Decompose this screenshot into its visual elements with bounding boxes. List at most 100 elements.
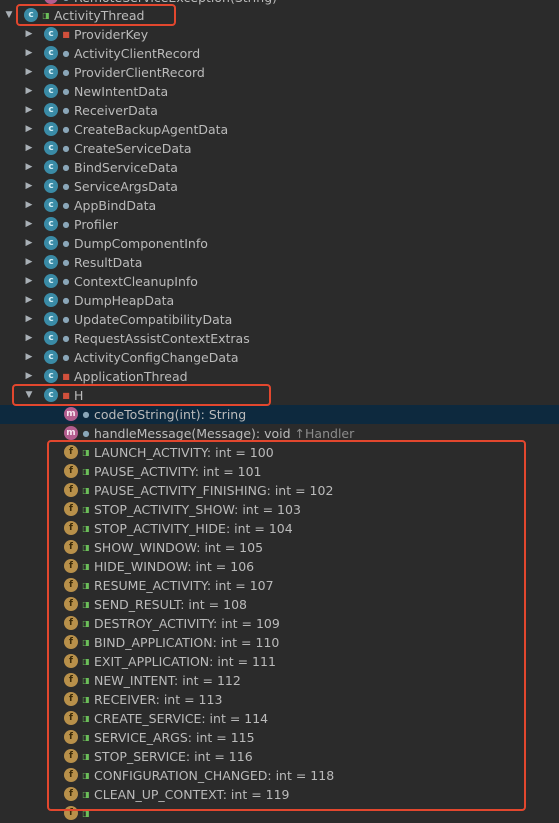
field-label-text: BIND_APPLICATION: int = 110 <box>94 635 280 650</box>
tree-row-class[interactable]: ▶ c ● AppBindData <box>0 196 559 215</box>
package-icon: ● <box>62 201 70 210</box>
tree-row-field[interactable]: f ◨ STOP_ACTIVITY_HIDE: int = 104 <box>0 519 559 538</box>
collapsed-arrow-icon[interactable]: ▶ <box>24 105 34 115</box>
class-label-text: ApplicationThread <box>74 369 188 384</box>
tree-row-field[interactable]: f ◨ EXIT_APPLICATION: int = 111 <box>0 652 559 671</box>
field-label: BIND_APPLICATION: int = 110 <box>94 635 279 650</box>
tree-row-field[interactable]: f ◨ STOP_ACTIVITY_SHOW: int = 103 <box>0 500 559 519</box>
collapsed-arrow-icon[interactable]: ▶ <box>24 143 34 153</box>
tree-row-field[interactable]: f ◨ BIND_APPLICATION: int = 110 <box>0 633 559 652</box>
tree-row-class[interactable]: ▶ c ● CreateBackupAgentData <box>0 120 559 139</box>
tree-row-field[interactable]: f ◨ PAUSE_ACTIVITY: int = 101 <box>0 462 559 481</box>
tree-row-class[interactable]: ▶ c ● ContextCleanupInfo <box>0 272 559 291</box>
tree-row-field-partial[interactable]: f ◨ <box>0 804 559 823</box>
class-icon: c <box>44 369 58 383</box>
tree-row-h[interactable]: ▼ c ■ H <box>0 386 559 405</box>
override-hint: ↑Handler <box>290 426 355 441</box>
tree-row-field[interactable]: f ◨ PAUSE_ACTIVITY_FINISHING: int = 102 <box>0 481 559 500</box>
collapsed-arrow-icon[interactable]: ▶ <box>24 181 34 191</box>
tree-row-field[interactable]: f ◨ DESTROY_ACTIVITY: int = 109 <box>0 614 559 633</box>
field-label-text: LAUNCH_ACTIVITY: int = 100 <box>94 445 274 460</box>
class-icon: c <box>44 255 58 269</box>
tree-row-field[interactable]: f ◨ NEW_INTENT: int = 112 <box>0 671 559 690</box>
collapsed-arrow-icon[interactable]: ▶ <box>24 333 34 343</box>
field-label-text: PAUSE_ACTIVITY: int = 101 <box>94 464 262 479</box>
tree-row-field[interactable]: f ◨ CONFIGURATION_CHANGED: int = 118 <box>0 766 559 785</box>
tree-row-field[interactable]: f ◨ SHOW_WINDOW: int = 105 <box>0 538 559 557</box>
public-icon: ◨ <box>82 809 90 818</box>
tree-row-class[interactable]: ▶ c ● RequestAssistContextExtras <box>0 329 559 348</box>
field-label: LAUNCH_ACTIVITY: int = 100 <box>94 445 274 460</box>
class-label-text: Profiler <box>74 217 119 232</box>
tree-row-class[interactable]: ▶ c ● DumpHeapData <box>0 291 559 310</box>
tree-row-class[interactable]: ▶ c ● ServiceArgsData <box>0 177 559 196</box>
tree-row-field[interactable]: f ◨ SEND_RESULT: int = 108 <box>0 595 559 614</box>
field-icon: f <box>64 673 78 687</box>
class-label-text: ActivityConfigChangeData <box>74 350 239 365</box>
collapsed-arrow-icon[interactable]: ▶ <box>24 257 34 267</box>
tree-row-method[interactable]: m ● codeToString(int): String <box>0 405 559 424</box>
public-icon: ◨ <box>82 676 90 685</box>
tree-row-field[interactable]: f ◨ CREATE_SERVICE: int = 114 <box>0 709 559 728</box>
tree-row-field[interactable]: f ◨ CLEAN_UP_CONTEXT: int = 119 <box>0 785 559 804</box>
tree-row-field[interactable]: f ◨ RECEIVER: int = 113 <box>0 690 559 709</box>
field-label: NEW_INTENT: int = 112 <box>94 673 241 688</box>
tree-row-class[interactable]: ▶ c ● BindServiceData <box>0 158 559 177</box>
public-icon: ◨ <box>82 657 90 666</box>
collapsed-arrow-icon[interactable]: ▶ <box>24 371 34 381</box>
class-label: ActivityThread <box>54 8 144 23</box>
tree-row-activitythread[interactable]: ▼ c ◨ ActivityThread <box>0 6 559 25</box>
field-icon: f <box>64 787 78 801</box>
tree-row-class[interactable]: ▶ c ● Profiler <box>0 215 559 234</box>
tree-row-class[interactable]: ▶ c ● DumpComponentInfo <box>0 234 559 253</box>
field-label: DESTROY_ACTIVITY: int = 109 <box>94 616 280 631</box>
collapsed-arrow-icon[interactable]: ▶ <box>24 352 34 362</box>
field-icon: f <box>64 540 78 554</box>
collapsed-arrow-icon[interactable]: ▶ <box>24 162 34 172</box>
tree-row-class[interactable]: ▶ c ● ActivityConfigChangeData <box>0 348 559 367</box>
class-label-text: AppBindData <box>74 198 157 213</box>
tree-row-class[interactable]: ▶ c ● NewIntentData <box>0 82 559 101</box>
method-label-text: codeToString(int): String <box>94 407 247 422</box>
tree-row-field[interactable]: f ◨ STOP_SERVICE: int = 116 <box>0 747 559 766</box>
tree-row-class[interactable]: ▶ c ● ActivityClientRecord <box>0 44 559 63</box>
public-icon: ◨ <box>82 771 90 780</box>
class-label: ProviderKey <box>74 27 148 42</box>
collapsed-arrow-icon[interactable]: ▶ <box>24 276 34 286</box>
method-label: handleMessage(Message): void ↑Handler <box>94 426 354 441</box>
tree-row-field[interactable]: f ◨ SERVICE_ARGS: int = 115 <box>0 728 559 747</box>
tree-row-class[interactable]: ▶ c ■ ProviderKey <box>0 25 559 44</box>
collapsed-arrow-icon[interactable]: ▶ <box>24 219 34 229</box>
tree-row-class[interactable]: ▶ c ■ ApplicationThread <box>0 367 559 386</box>
tree-row-class[interactable]: ▶ c ● CreateServiceData <box>0 139 559 158</box>
class-icon: c <box>44 103 58 117</box>
tree-row-class[interactable]: ▶ c ● ProviderClientRecord <box>0 63 559 82</box>
class-label-text: CreateBackupAgentData <box>74 122 229 137</box>
class-label-text: DumpComponentInfo <box>74 236 208 251</box>
tree-row-field[interactable]: f ◨ LAUNCH_ACTIVITY: int = 100 <box>0 443 559 462</box>
tree-row-class[interactable]: ▶ c ● ReceiverData <box>0 101 559 120</box>
field-icon: f <box>64 578 78 592</box>
collapsed-arrow-icon[interactable]: ▶ <box>24 29 34 39</box>
class-label-text: BindServiceData <box>74 160 178 175</box>
tree-row-class[interactable]: ▶ c ● ResultData <box>0 253 559 272</box>
tree-row-method[interactable]: m ● handleMessage(Message): void ↑Handler <box>0 424 559 443</box>
collapsed-arrow-icon[interactable]: ▶ <box>24 48 34 58</box>
tree-row-field[interactable]: f ◨ HIDE_WINDOW: int = 106 <box>0 557 559 576</box>
package-icon: ● <box>62 334 70 343</box>
package-icon: ● <box>62 182 70 191</box>
collapsed-arrow-icon[interactable]: ▶ <box>24 86 34 96</box>
collapsed-arrow-icon[interactable]: ▶ <box>24 200 34 210</box>
expanded-arrow-icon[interactable]: ▼ <box>4 10 14 20</box>
collapsed-arrow-icon[interactable]: ▶ <box>24 238 34 248</box>
collapsed-arrow-icon[interactable]: ▶ <box>24 124 34 134</box>
expanded-arrow-icon[interactable]: ▼ <box>24 390 34 400</box>
tree-row-class[interactable]: ▶ c ● UpdateCompatibilityData <box>0 310 559 329</box>
collapsed-arrow-icon[interactable]: ▶ <box>24 67 34 77</box>
class-label: CreateServiceData <box>74 141 192 156</box>
tree-row-field[interactable]: f ◨ RESUME_ACTIVITY: int = 107 <box>0 576 559 595</box>
package-icon: ● <box>62 144 70 153</box>
collapsed-arrow-icon[interactable]: ▶ <box>24 314 34 324</box>
class-icon: c <box>44 388 58 402</box>
collapsed-arrow-icon[interactable]: ▶ <box>24 295 34 305</box>
